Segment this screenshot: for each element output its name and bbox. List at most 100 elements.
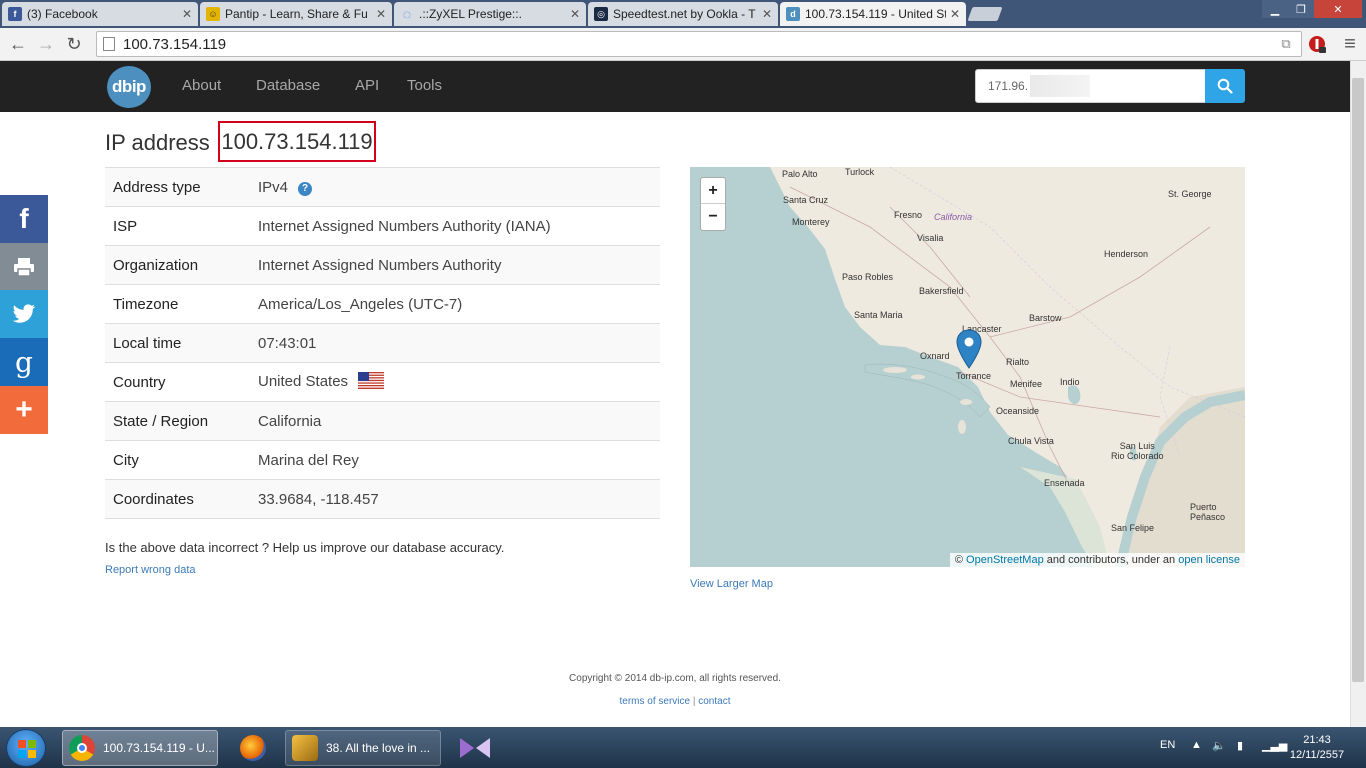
share-print-icon[interactable] bbox=[0, 243, 48, 291]
zoom-out-button[interactable]: − bbox=[701, 204, 725, 230]
extension-icon[interactable] bbox=[1305, 32, 1329, 56]
menu-icon[interactable]: ≡ bbox=[1338, 32, 1362, 56]
tab-label: Pantip - Learn, Share & Fu bbox=[225, 7, 368, 21]
row-value: Internet Assigned Numbers Authority (IAN… bbox=[258, 217, 551, 235]
reload-icon[interactable]: ↻ bbox=[62, 32, 86, 56]
tab-facebook[interactable]: f (3) Facebook ✕ bbox=[2, 2, 198, 26]
taskbar-visual-studio[interactable] bbox=[452, 730, 498, 766]
view-larger-map-link[interactable]: View Larger Map bbox=[690, 578, 773, 590]
contact-link[interactable]: contact bbox=[698, 696, 730, 707]
map-label: Oxnard bbox=[920, 351, 950, 361]
tab-zyxel[interactable]: ◌ .::ZyXEL Prestige::. ✕ bbox=[394, 2, 586, 26]
tab-close-icon[interactable]: ✕ bbox=[376, 7, 386, 21]
close-window-button[interactable]: ✕ bbox=[1314, 0, 1362, 18]
map-label: San Felipe bbox=[1111, 523, 1155, 533]
search-input-value: 171.96. bbox=[988, 79, 1029, 93]
taskbar-winamp[interactable]: 38. All the love in ... bbox=[285, 730, 441, 766]
nav-api[interactable]: API bbox=[355, 77, 379, 94]
tab-label: .::ZyXEL Prestige::. bbox=[419, 7, 522, 21]
redacted-region bbox=[1030, 75, 1091, 97]
table-row: State / Region California bbox=[105, 401, 660, 441]
footer-separator: | bbox=[690, 696, 699, 707]
tab-close-icon[interactable]: ✕ bbox=[182, 7, 192, 21]
location-marker-icon[interactable] bbox=[956, 329, 982, 369]
tab-strip: f (3) Facebook ✕ ☺ Pantip - Learn, Share… bbox=[0, 0, 1366, 28]
us-flag-icon bbox=[358, 371, 385, 393]
address-bar[interactable]: 100.73.154.119 bbox=[96, 31, 1302, 57]
map-label: Oceanside bbox=[996, 406, 1040, 416]
map-label: Turlock bbox=[845, 167, 875, 177]
tab-close-icon[interactable]: ✕ bbox=[570, 7, 580, 21]
location-map[interactable]: Palo Alto Turlock Santa Cruz St. George … bbox=[690, 167, 1245, 567]
power-icon[interactable]: ▮ bbox=[1237, 739, 1243, 752]
clock-date: 12/11/2557 bbox=[1289, 749, 1345, 761]
search-button[interactable] bbox=[1205, 69, 1245, 103]
tab-pantip[interactable]: ☺ Pantip - Learn, Share & Fu ✕ bbox=[200, 2, 392, 26]
row-value: California bbox=[258, 412, 322, 430]
openstreetmap-link[interactable]: OpenStreetMap bbox=[966, 554, 1044, 566]
map-label: Rialto bbox=[1006, 357, 1030, 367]
map-label: Bakersfield bbox=[919, 286, 964, 296]
row-value: 33.9684, -118.457 bbox=[258, 490, 379, 508]
nav-about[interactable]: About bbox=[182, 77, 221, 94]
language-indicator[interactable]: EN bbox=[1160, 739, 1175, 751]
minimize-button[interactable]: ▁ bbox=[1262, 0, 1288, 18]
terms-of-service-link[interactable]: terms of service bbox=[620, 696, 691, 707]
tab-dbip-active[interactable]: d 100.73.154.119 - United Sta ✕ bbox=[780, 2, 966, 26]
nav-database[interactable]: Database bbox=[256, 77, 320, 94]
country-value: United States bbox=[258, 372, 349, 390]
tab-label: Speedtest.net by Ookla - T bbox=[613, 7, 756, 21]
chrome-icon bbox=[69, 735, 95, 761]
back-arrow-icon[interactable]: ← bbox=[6, 32, 30, 56]
copyright-text: Copyright © 2014 db-ip.com, all rights r… bbox=[569, 673, 781, 684]
ip-address-value: 100.73.154.119 bbox=[218, 121, 376, 162]
zoom-in-button[interactable]: + bbox=[701, 178, 725, 204]
map-label: Barstow bbox=[1029, 313, 1062, 323]
page-icon bbox=[103, 37, 115, 51]
tab-speedtest[interactable]: ◎ Speedtest.net by Ookla - T ✕ bbox=[588, 2, 778, 26]
loading-icon: ◌ bbox=[402, 6, 412, 22]
map-attribution: © OpenStreetMap and contributors, under … bbox=[949, 553, 1245, 567]
maximize-button[interactable]: ❐ bbox=[1288, 0, 1314, 18]
share-more-icon[interactable]: + bbox=[0, 386, 48, 434]
map-label: Henderson bbox=[1104, 249, 1149, 259]
row-label: ISP bbox=[113, 217, 138, 235]
nav-tools[interactable]: Tools bbox=[407, 77, 442, 94]
taskbar-firefox[interactable] bbox=[228, 730, 276, 766]
row-label: Local time bbox=[113, 334, 182, 352]
open-license-link[interactable]: open license bbox=[1178, 554, 1240, 566]
row-label: State / Region bbox=[113, 412, 209, 430]
forward-arrow-icon[interactable]: → bbox=[34, 32, 58, 56]
attribution-middle: and contributors, under an bbox=[1043, 554, 1179, 566]
new-tab-button[interactable] bbox=[967, 7, 1003, 21]
start-button[interactable] bbox=[6, 729, 46, 767]
share-google-icon[interactable]: g bbox=[0, 338, 48, 386]
tab-close-icon[interactable]: ✕ bbox=[762, 7, 772, 21]
scrollbar-thumb[interactable] bbox=[1352, 78, 1364, 682]
help-icon[interactable]: ? bbox=[298, 181, 313, 196]
footer-links: terms of service | contact bbox=[0, 696, 1350, 707]
tab-close-icon[interactable]: ✕ bbox=[950, 7, 960, 21]
translate-icon[interactable]: ⧉ bbox=[1274, 32, 1298, 56]
speedtest-icon: ◎ bbox=[594, 7, 608, 21]
table-row: Coordinates 33.9684, -118.457 bbox=[105, 479, 660, 519]
map-label: Paso Robles bbox=[842, 272, 894, 282]
table-row: ISP Internet Assigned Numbers Authority … bbox=[105, 206, 660, 246]
ip-search-input[interactable]: 171.96. bbox=[975, 69, 1207, 103]
report-wrong-data-link[interactable]: Report wrong data bbox=[105, 564, 196, 576]
share-twitter-icon[interactable] bbox=[0, 290, 48, 338]
show-hidden-icons-icon[interactable]: ▲ bbox=[1191, 739, 1202, 751]
pantip-icon: ☺ bbox=[206, 7, 220, 21]
system-clock[interactable]: 21:43 12/11/2557 bbox=[1284, 733, 1350, 763]
dbip-icon: d bbox=[786, 7, 800, 21]
volume-icon[interactable]: 🔈 bbox=[1212, 739, 1226, 752]
taskbar-chrome[interactable]: 100.73.154.119 - U... bbox=[62, 730, 218, 766]
dbip-logo[interactable]: dbip bbox=[107, 66, 151, 108]
row-value: IPv4? bbox=[250, 168, 660, 207]
table-row: Country United States bbox=[105, 362, 660, 402]
share-facebook-icon[interactable]: f bbox=[0, 195, 48, 243]
ip-info-table: Address type IPv4? ISP Internet Assigned… bbox=[105, 167, 660, 519]
row-label: Timezone bbox=[113, 295, 179, 313]
table-row: Address type IPv4? bbox=[105, 167, 660, 207]
map-label: Torrance bbox=[956, 371, 992, 381]
